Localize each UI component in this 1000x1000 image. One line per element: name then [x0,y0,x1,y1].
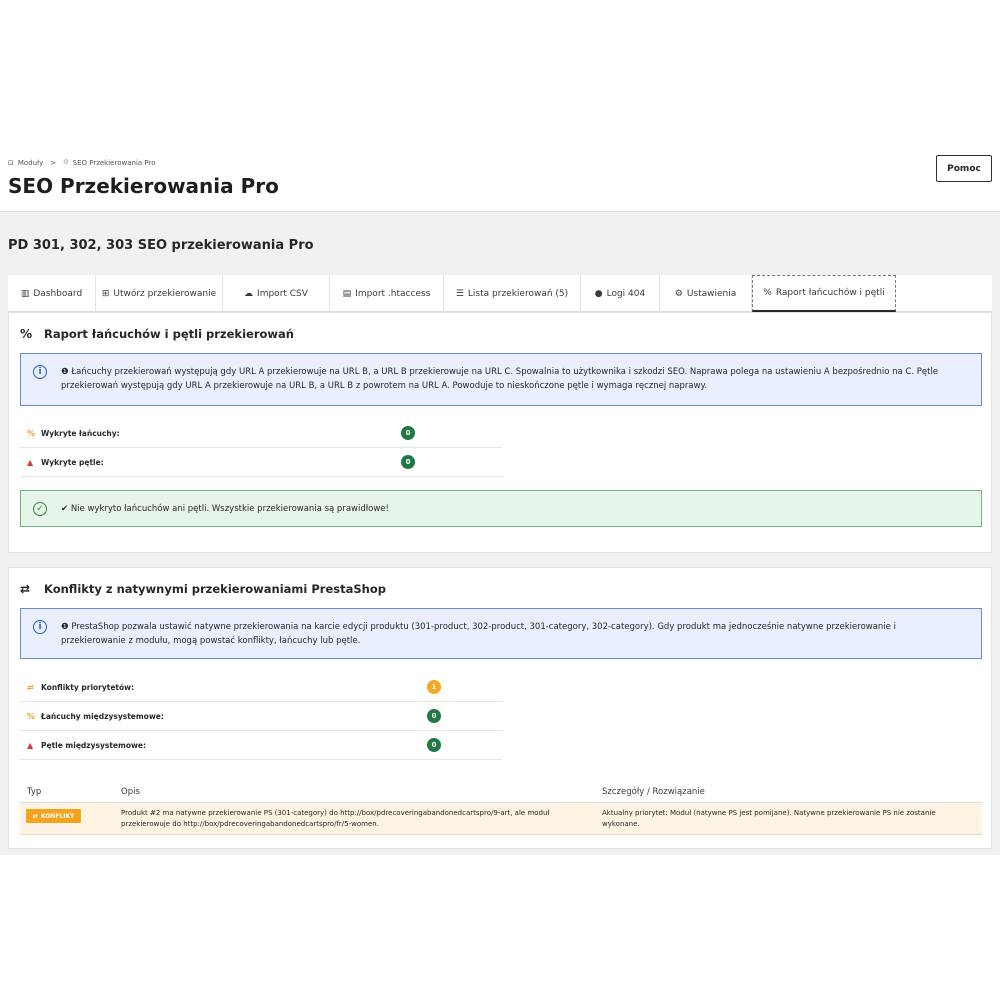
info-circle-icon: i [33,365,47,379]
conflicts-table: Typ Opis Szczegóły / Rozwiązanie ⇄ KONFL… [20,781,982,835]
info-circle-icon: i [33,620,47,634]
page: ⊡ Moduły > ⟐ SEO Przekierowania Pro SEO … [0,0,1000,1000]
stat-label: Konflikty priorytetów: [41,682,135,692]
tab-label: Dashboard [33,288,83,299]
bar-chart-icon: ▥ [20,288,30,299]
tab-label: Logi 404 [606,288,646,299]
tab-label: Import .htaccess [355,288,431,299]
tab-redirect-list[interactable]: ☰ Lista przekierowań (5) [444,275,581,312]
stat-row-chains: % Wykryte łańcuchy: 0 [20,419,502,448]
link-icon: % [20,327,33,341]
column-header-description: Opis [121,787,140,797]
table-row: ⇄ KONFLIKT Produkt #2 ma natywne przekie… [20,803,982,835]
info-alert: i ❶ Łańcuchy przekierowań występują gdy … [20,353,982,406]
column-header-details: Szczegóły / Rozwiązanie [602,787,705,797]
panel-header: ⇄ Konflikty z natywnymi przekierowaniami… [20,582,386,596]
check-circle-icon: ✓ [33,502,47,516]
panel-title: Raport łańcuchów i pętli przekierowań [44,327,294,341]
warning-icon: ▲ [27,457,34,467]
puzzle-icon: ⟐ [63,158,69,166]
tab-import-htaccess[interactable]: ▤ Import .htaccess [330,275,444,312]
tab-bar: ▥ Dashboard ⊞ Utwórz przekierowanie ☁ Im… [8,275,992,312]
file-icon: ▤ [342,288,352,299]
cogs-icon: ⚙ [674,288,683,299]
breadcrumb-item-modules[interactable]: Moduły [18,159,43,167]
stat-label: Wykryte łańcuchy: [41,428,120,438]
stat-row-cross-loops: ▲ Pętle międzysystemowe: 0 [20,731,502,760]
tab-label: Import CSV [257,288,308,299]
list-icon: ☰ [455,288,464,299]
conflict-badge-label: KONFLIKT [40,812,75,820]
breadcrumb-item-current[interactable]: SEO Przekierowania Pro [73,159,156,167]
stat-row-cross-chains: % Łańcuchy międzysystemowe: 0 [20,702,502,731]
column-header-type: Typ [27,787,42,797]
exchange-icon: ⇄ [27,682,34,692]
module-title: PD 301, 302, 303 SEO przekierowania Pro [8,238,314,253]
count-badge: 0 [427,709,441,723]
stat-label: Wykryte pętle: [41,457,104,467]
tab-create-redirect[interactable]: ⊞ Utwórz przekierowanie [96,275,223,312]
stat-label: Łańcuchy międzysystemowe: [41,711,164,721]
warning-icon: ▲ [27,740,34,750]
count-badge: 0 [401,455,415,469]
tab-label: Utwórz przekierowanie [113,288,217,299]
breadcrumb-separator: > [50,158,57,167]
tab-label: Ustawienia [686,288,737,299]
bookmark-icon: ⊡ [8,158,14,167]
link-icon: % [763,288,772,298]
tab-label: Raport łańcuchów i pętli [775,288,885,298]
conflict-badge: ⇄ KONFLIKT [26,809,81,823]
info-alert-text: ❶ Łańcuchy przekierowań występują gdy UR… [61,367,939,391]
native-conflicts-panel: ⇄ Konflikty z natywnymi przekierowaniami… [8,567,992,849]
exclamation-circle-icon: ● [594,288,603,299]
link-icon: % [27,711,36,721]
page-header: ⊡ Moduły > ⟐ SEO Przekierowania Pro SEO … [0,150,1000,212]
success-alert: ✓ ✔ Nie wykryto łańcuchów ani pętli. Wsz… [20,490,982,527]
tab-import-csv[interactable]: ☁ Import CSV [223,275,330,312]
main-content: PD 301, 302, 303 SEO przekierowania Pro … [0,212,1000,855]
chain-loop-report-panel: % Raport łańcuchów i pętli przekierowań … [8,312,992,553]
help-button[interactable]: Pomoc [936,155,992,182]
page-title: SEO Przekierowania Pro [8,174,279,198]
exchange-icon: ⇄ [20,582,31,596]
panel-title: Konflikty z natywnymi przekierowaniami P… [44,582,386,596]
count-badge: 1 [427,680,441,694]
table-header: Typ Opis Szczegóły / Rozwiązanie [20,781,982,803]
tab-label: Lista przekierowań (5) [467,288,569,299]
row-details: Aktualny priorytet: Moduł (natywne PS je… [602,809,936,828]
stat-row-priority-conflicts: ⇄ Konflikty priorytetów: 1 [20,673,502,702]
tab-settings[interactable]: ⚙ Ustawienia [660,275,752,312]
stat-row-loops: ▲ Wykryte pętle: 0 [20,448,502,477]
stat-label: Pętle międzysystemowe: [41,740,147,750]
count-badge: 0 [427,738,441,752]
info-alert: i ❶ PrestaShop pozwala ustawić natywne p… [20,608,982,659]
exchange-icon: ⇄ [32,812,38,820]
plus-square-icon: ⊞ [101,288,110,299]
count-badge: 0 [401,426,415,440]
success-alert-text: ✔ Nie wykryto łańcuchów ani pętli. Wszys… [61,504,389,514]
tab-logs-404[interactable]: ● Logi 404 [581,275,660,312]
link-icon: % [27,428,36,438]
tab-dashboard[interactable]: ▥ Dashboard [8,275,96,312]
row-description: Produkt #2 ma natywne przekierowanie PS … [121,809,550,828]
cloud-upload-icon: ☁ [244,288,254,299]
panel-header: % Raport łańcuchów i pętli przekierowań [20,327,294,341]
breadcrumb: ⊡ Moduły > ⟐ SEO Przekierowania Pro [8,158,156,167]
tab-chain-loop-report[interactable]: % Raport łańcuchów i pętli [752,275,896,312]
info-alert-text: ❶ PrestaShop pozwala ustawić natywne prz… [61,622,896,646]
